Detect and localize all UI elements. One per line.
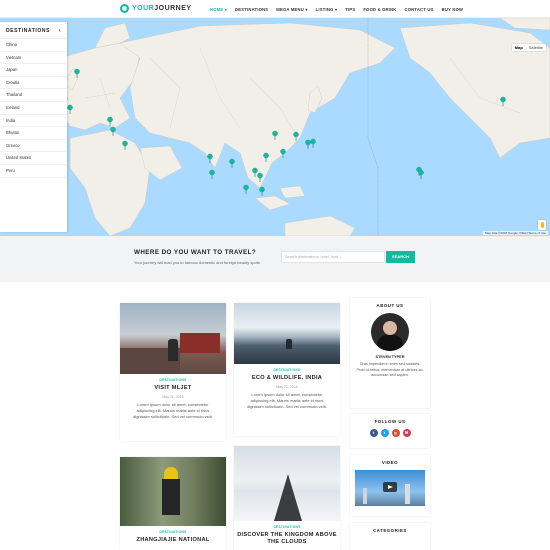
post-category[interactable]: DESTINATIONS [234,525,340,529]
post-category[interactable]: DESTINATIONS [120,378,226,382]
main-nav: HOME ▾ DESTINATIONS MEGA MENU ▾ LISTING … [206,0,467,18]
avatar [371,313,409,351]
search-button[interactable]: SEARCH [386,251,415,263]
search-section: WHERE DO YOU WANT TO TRAVEL? Your journe… [0,236,550,282]
follow-widget: FOLLOW US f t g ✉ [350,414,430,448]
nav-home[interactable]: HOME ▾ [206,7,231,12]
post-date: May 21, 2015 [276,385,298,389]
video-player[interactable] [355,470,425,506]
world-map[interactable]: Map Satellite Map data ©2016 Google, INE… [0,18,550,236]
post-image[interactable] [234,303,340,364]
nav-buy-now[interactable]: BUY NOW [438,7,468,12]
post-category[interactable]: DESTINATIONS [120,530,226,534]
chevron-left-icon[interactable]: ‹ [59,28,61,34]
post-excerpt: Lorem ipsum dolor sit amet, consectetur … [133,402,213,419]
map-type-satellite[interactable]: Satellite [526,44,546,51]
play-icon[interactable] [383,482,397,492]
post-date: May 21, 2015 [162,395,184,399]
street-view-pegman-icon[interactable] [538,220,546,230]
destination-item[interactable]: Iceland [0,102,67,115]
nav-food-drink[interactable]: FOOD & DRINK [359,7,400,12]
map-marker [259,186,265,197]
destination-item[interactable]: Japan [0,64,67,77]
google-plus-icon[interactable]: g [391,429,400,437]
destination-item[interactable]: Thailand [0,89,67,102]
social-links: f t g ✉ [350,429,430,437]
search-input[interactable]: Search destinations, hotel, food ... [281,251,385,263]
site-header: ◉ YOURJOURNEY HOME ▾ DESTINATIONS MEGA M… [0,0,550,18]
twitter-icon[interactable]: t [380,429,389,437]
post-card[interactable]: DESTINATIONS VISIT MLJET May 21, 2015 Lo… [120,303,226,441]
follow-title: FOLLOW US [374,419,406,424]
map-marker [280,148,286,159]
nav-listing[interactable]: LISTING ▾ [312,7,342,12]
site-logo[interactable]: ◉ YOURJOURNEY [120,4,192,13]
post-card[interactable]: DESTINATIONS DISCOVER THE KINGDOM ABOVE … [234,446,340,550]
post-excerpt: Lorem ipsum dolor sit amet, consectetur … [247,392,327,409]
post-title[interactable]: VISIT MLJET [120,385,226,392]
about-widget: ABOUT US STEVEN TYPER Cras imperdiet in … [350,298,430,408]
logo-icon: ◉ [120,4,129,13]
video-title: VIDEO [381,460,399,465]
post-title[interactable]: DISCOVER THE KINGDOM ABOVE THE CLOUDS [234,532,340,546]
video-widget: VIDEO [350,455,430,516]
map-type-control[interactable]: Map Satellite [511,44,546,51]
post-category[interactable]: DESTINATIONS [234,368,340,372]
map-marker [418,169,424,180]
map-marker [305,139,311,150]
categories-widget: CATEGORIES [350,523,430,550]
about-title: ABOUT US [376,303,404,308]
destination-item[interactable]: Peru [0,165,67,178]
post-image[interactable] [120,303,226,374]
nav-destinations[interactable]: DESTINATIONS [231,7,272,12]
about-text: Cras imperdiet in enim sed sodales. Proi… [356,362,424,378]
email-icon[interactable]: ✉ [402,429,411,437]
destination-item[interactable]: United States [0,152,67,165]
search-title: WHERE DO YOU WANT TO TRAVEL? [134,249,257,256]
destination-item[interactable]: China [0,39,67,52]
post-title[interactable]: ZHANGJIAJIE NATIONAL [120,537,226,544]
map-marker [209,169,215,180]
nav-tips[interactable]: TIPS [341,7,359,12]
map-marker [310,138,316,149]
nav-contact[interactable]: CONTACT US [400,7,437,12]
destination-item[interactable]: Greece [0,140,67,153]
map-type-map[interactable]: Map [512,44,526,51]
map-marker [243,184,249,195]
post-title[interactable]: ECO & WILDLIFE, INDIA [234,375,340,382]
destinations-header[interactable]: DESTINATIONS ‹ [0,22,67,39]
nav-mega-menu[interactable]: MEGA MENU ▾ [272,7,311,12]
destinations-panel: DESTINATIONS ‹ China Vietnam Japan Croat… [0,22,67,232]
post-card[interactable]: DESTINATIONS ECO & WILDLIFE, INDIA May 2… [234,303,340,436]
destination-item[interactable]: Bhutan [0,127,67,140]
author-name: STEVEN TYPER [375,355,405,359]
destination-item[interactable]: India [0,115,67,128]
facebook-icon[interactable]: f [369,429,378,437]
map-land [39,18,550,236]
post-image[interactable] [234,446,340,521]
destinations-title: DESTINATIONS [6,28,51,34]
destination-item[interactable]: Croatia [0,77,67,90]
categories-title: CATEGORIES [373,528,407,533]
post-image[interactable] [120,457,226,526]
logo-text: YOURJOURNEY [132,5,192,12]
map-marker [229,158,235,169]
destination-item[interactable]: Vietnam [0,52,67,65]
map-attribution[interactable]: Map data ©2016 Google, INEGI Terms of Us… [482,231,548,235]
post-card[interactable]: DESTINATIONS ZHANGJIAJIE NATIONAL [120,457,226,550]
search-subtitle: Your journey will lead you to famous dom… [134,260,260,265]
